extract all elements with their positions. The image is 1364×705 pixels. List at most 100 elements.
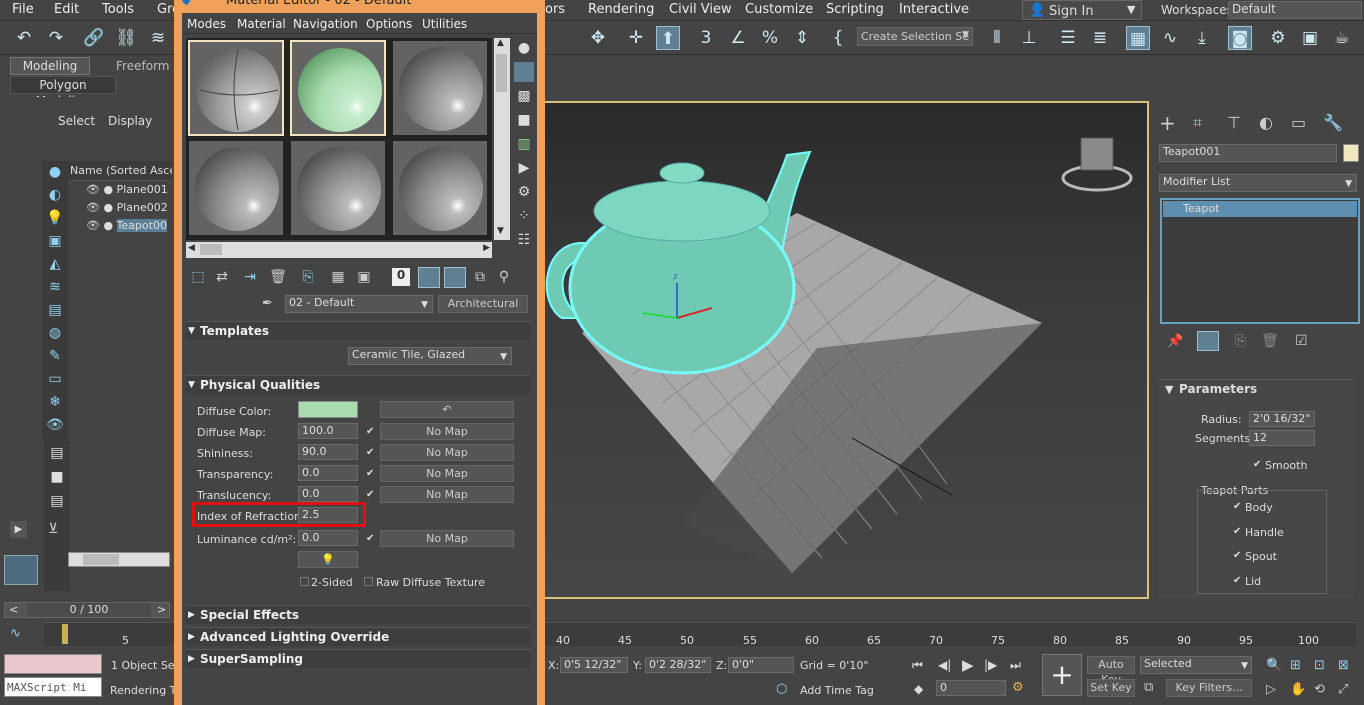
select-rotate-icon[interactable]: ⬆ (656, 26, 680, 50)
particle-filter-icon[interactable]: ❄ (45, 394, 65, 410)
layer-list-icon[interactable]: ☰ (1056, 26, 1080, 50)
curve-editor-mini-icon[interactable]: ∿ (10, 626, 21, 641)
maxscript-listener-pink[interactable] (4, 654, 102, 674)
key-filter-icon[interactable]: ⧉ (1144, 680, 1153, 695)
menu-file[interactable]: File (12, 2, 34, 17)
align-icon[interactable]: ⊥ (1017, 26, 1041, 50)
scene-row-plane001[interactable]: 👁 ● Plane001 (86, 183, 172, 201)
key-selection-dropdown[interactable]: Selected ▼ (1140, 656, 1252, 674)
ior-spinner[interactable]: 2.5 (298, 507, 358, 523)
scrollbar-thumb[interactable] (200, 244, 222, 255)
transparency-map-button[interactable]: No Map (380, 465, 514, 482)
prev-key-icon[interactable]: ◀| (938, 658, 951, 672)
me-menu-utilities[interactable]: Utilities (422, 17, 467, 31)
xref-filter-icon[interactable]: ◍ (45, 325, 65, 341)
menu-edit[interactable]: Edit (54, 2, 79, 17)
pin-stack-icon[interactable]: 📌 (1167, 334, 1183, 349)
advanced-lighting-rollout[interactable]: Advanced Lighting Override ▶ (186, 627, 531, 646)
scene-horizontal-scrollbar[interactable] (68, 552, 170, 567)
diffuse-map-button[interactable]: No Map (380, 423, 514, 440)
perspective-viewport[interactable]: z (540, 101, 1149, 599)
orbit-icon[interactable]: ⟲ (1314, 682, 1325, 697)
scroll-right-icon[interactable]: ▶ (483, 243, 490, 253)
time-slider-thumb[interactable]: 0 / 100 (27, 603, 151, 617)
sample-slot-5[interactable] (290, 140, 386, 236)
set-key-button[interactable]: Set Key (1087, 679, 1135, 697)
display-tab-icon[interactable]: ▭ (1291, 113, 1306, 132)
visible-filter-icon[interactable]: 👁 (45, 417, 65, 433)
spacewarp-filter-icon[interactable]: ≋ (45, 279, 65, 295)
material-id-icon[interactable]: 0 (392, 268, 410, 286)
tab-modeling[interactable]: Modeling (10, 57, 90, 75)
material-name-field[interactable]: 02 - Default ▼ (285, 295, 433, 313)
curve-editor-icon[interactable]: ∿ (1158, 26, 1182, 50)
utilities-tab-icon[interactable]: 🔧 (1323, 113, 1343, 132)
camera-filter-icon[interactable]: ▣ (45, 233, 65, 249)
go-to-start-icon[interactable]: ⏮ (912, 658, 923, 673)
tab-freeform[interactable]: Freeform (116, 59, 169, 73)
redo-icon[interactable]: ↷ (44, 26, 68, 50)
me-menu-material[interactable]: Material (237, 17, 286, 31)
make-unique-material-icon[interactable]: ⎘ (298, 269, 318, 285)
zoom-all-icon[interactable]: ⊞ (1290, 658, 1301, 673)
menu-scripting[interactable]: Scripting (826, 2, 884, 17)
zoom-extents-icon[interactable]: ⊡ (1314, 658, 1325, 673)
radius-spinner[interactable]: 2'0 16/32" (1249, 411, 1315, 427)
selection-set-dropdown[interactable]: Create Selection Se ▼ (857, 27, 973, 46)
add-time-tag-button[interactable]: Add Time Tag (800, 684, 874, 697)
snap-3d-icon[interactable]: 3 (694, 26, 718, 50)
sample-slot-6[interactable] (392, 140, 488, 236)
remove-modifier-icon[interactable]: 🗑 (1261, 333, 1279, 349)
viewport-layout-icon[interactable] (4, 555, 38, 585)
hierarchy-tab-icon[interactable]: ⊤ (1227, 113, 1241, 132)
bone-filter-icon[interactable]: ✎ (45, 348, 65, 364)
helper-filter-icon[interactable]: ◭ (45, 256, 65, 272)
angle-snap-icon[interactable]: ∠ (726, 26, 750, 50)
template-dropdown[interactable]: Ceramic Tile, Glazed ▼ (348, 347, 512, 365)
configure-sets-icon[interactable]: ☑ (1295, 333, 1308, 349)
shape-filter-icon[interactable]: ◐ (45, 187, 65, 203)
zoom-icon[interactable]: 🔍 (1266, 658, 1282, 673)
luminance-checkbox[interactable]: ✔ (366, 534, 375, 544)
key-mode-icon[interactable]: ◆ (914, 682, 923, 696)
make-preview-icon[interactable]: ▶ (514, 160, 534, 176)
scene-explorer-icon[interactable]: ▦ (1126, 26, 1150, 50)
scrollbar-thumb[interactable] (83, 554, 119, 565)
segments-spinner[interactable]: 12 (1249, 430, 1315, 446)
zoom-extents-all-icon[interactable]: ⊠ (1338, 658, 1349, 673)
modifier-list-dropdown[interactable]: Modifier List ▼ (1159, 174, 1357, 192)
unlink-icon[interactable]: ⛓ (114, 26, 138, 50)
sign-in-dropdown[interactable]: 👤 Sign In ▼ (1022, 0, 1142, 20)
create-tab-icon[interactable]: + (1159, 111, 1176, 135)
translucency-spinner[interactable]: 0.0 (298, 486, 358, 502)
material-map-navigator-icon[interactable]: ☷ (514, 232, 534, 248)
motion-tab-icon[interactable]: ◐ (1259, 113, 1273, 132)
scroll-down-icon[interactable]: ▼ (497, 226, 504, 236)
luminance-spinner[interactable]: 0.0 (298, 530, 358, 546)
background-icon[interactable]: ▩ (514, 88, 534, 104)
scene-row-plane002[interactable]: 👁 ● Plane002 (86, 201, 172, 219)
field-of-view-icon[interactable]: ▷ (1266, 682, 1276, 697)
backlight-icon[interactable] (514, 62, 534, 82)
diffuse-map-spinner[interactable]: 100.0 (298, 423, 358, 439)
modify-tab-icon[interactable]: ⌗ (1193, 113, 1202, 133)
stack-item-teapot[interactable]: Teapot (1163, 201, 1357, 217)
material-type-button[interactable]: Architectural (438, 295, 528, 313)
templates-rollout[interactable]: Templates ▼ (186, 321, 531, 340)
me-menu-options[interactable]: Options (366, 17, 412, 31)
options-icon[interactable]: ⚙ (514, 184, 534, 200)
next-key-icon[interactable]: |▶ (984, 658, 997, 672)
me-menu-modes[interactable]: Modes (187, 17, 226, 31)
current-frame-field[interactable]: 0 (936, 680, 1006, 696)
transparency-spinner[interactable]: 0.0 (298, 465, 358, 481)
light-filter-icon[interactable]: 💡 (45, 210, 65, 226)
eye-icon[interactable]: 👁 (86, 219, 100, 232)
scroll-left-icon[interactable]: ◀ (188, 243, 195, 253)
shininess-spinner[interactable]: 90.0 (298, 444, 358, 460)
layers-icon[interactable]: ≣ (1088, 26, 1112, 50)
percent-snap-icon[interactable]: % (758, 26, 782, 50)
z-coordinate-field[interactable]: 0'0" (728, 657, 794, 673)
scene-select-menu[interactable]: Select (58, 114, 95, 128)
menu-interactive[interactable]: Interactive (899, 2, 969, 17)
document-icon[interactable]: ▤ (47, 493, 67, 509)
